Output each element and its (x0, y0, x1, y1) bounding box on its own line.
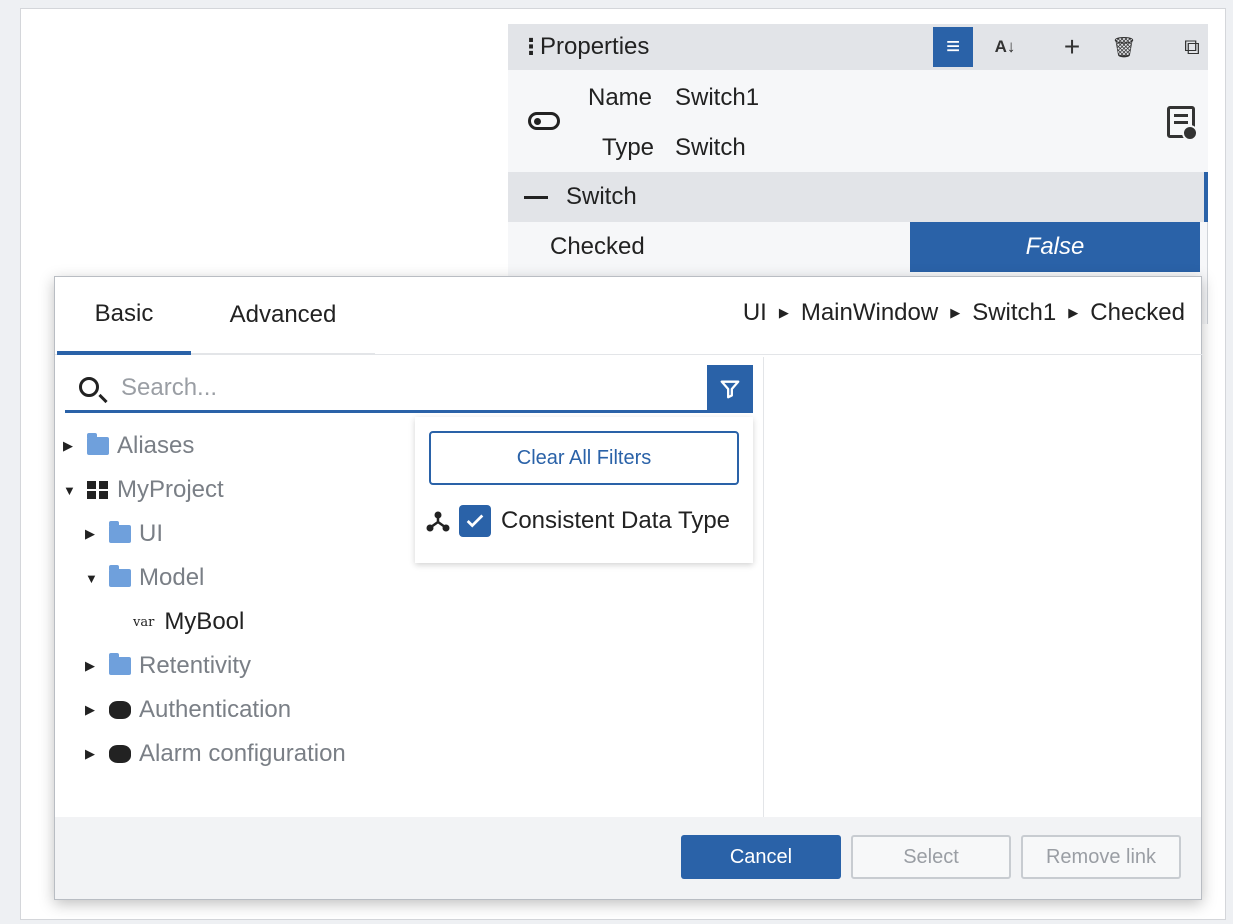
checked-value[interactable]: False (910, 222, 1200, 272)
chevron-right-icon: ▶ (778, 305, 789, 320)
breadcrumb-item[interactable]: UI (743, 299, 767, 327)
trash-icon[interactable]: 🗑 (1104, 27, 1144, 67)
authentication-icon (109, 701, 131, 719)
filter-button[interactable] (707, 365, 753, 413)
tree-label: Alarm configuration (139, 740, 346, 767)
funnel-icon (720, 380, 740, 399)
cancel-button[interactable]: Cancel (681, 835, 841, 879)
pane-divider (763, 357, 764, 817)
collapse-icon[interactable] (524, 195, 548, 199)
breadcrumb-item[interactable]: Checked (1090, 299, 1185, 327)
breadcrumb-item[interactable]: MainWindow (801, 299, 938, 327)
tree-item-aliases[interactable]: ▶ Aliases (63, 426, 194, 466)
model-folder-icon (109, 565, 131, 587)
tab-basic[interactable]: Basic (57, 277, 191, 355)
expand-arrow-icon[interactable]: ▶ (85, 746, 99, 762)
expand-arrow-icon[interactable]: ▶ (85, 526, 99, 542)
tree-item-authentication[interactable]: ▶ Authentication (85, 690, 291, 730)
filter-icon[interactable]: ≡ (933, 27, 973, 67)
name-label: Name (588, 84, 653, 111)
properties-title: Properties (540, 33, 650, 60)
section-label: Switch (566, 183, 637, 210)
tree-item-retentivity[interactable]: ▶ Retentivity (85, 646, 251, 686)
type-value: Switch (675, 134, 746, 161)
tab-advanced[interactable]: Advanced (191, 277, 375, 355)
section-switch[interactable]: Switch (508, 172, 1208, 222)
tree-label: Aliases (117, 432, 195, 459)
checked-label: Checked (550, 233, 645, 260)
settings-icon[interactable] (1167, 106, 1198, 141)
add-icon[interactable]: + (1052, 27, 1092, 67)
collapse-arrow-icon[interactable]: ▼ (63, 483, 77, 498)
consistent-type-label: Consistent Data Type (501, 507, 731, 534)
project-icon (87, 481, 109, 499)
tree-item-alarm-configuration[interactable]: ▶ Alarm configuration (85, 734, 346, 774)
chevron-right-icon: ▶ (950, 305, 961, 320)
checkmark-icon (466, 514, 484, 528)
tree-item-model[interactable]: ▼ Model (85, 558, 204, 598)
search-bar (65, 365, 753, 413)
expand-arrow-icon[interactable]: ▶ (63, 438, 77, 454)
copy-icon[interactable]: ⧉ (1172, 27, 1212, 67)
filter-option-consistent-type[interactable]: Consistent Data Type (425, 501, 730, 541)
select-button[interactable]: Select (851, 835, 1011, 879)
tree-item-mybool[interactable]: var MyBool (133, 602, 244, 642)
folder-icon (87, 433, 109, 455)
tree-label: Authentication (139, 696, 292, 723)
tree-item-myproject[interactable]: ▼ MyProject (63, 470, 224, 510)
tree-label: Model (139, 564, 205, 591)
tree-item-ui[interactable]: ▶ UI (85, 514, 163, 554)
sort-az-icon[interactable]: A↓ (985, 27, 1025, 67)
dialog-footer: Cancel Select Remove link (55, 817, 1201, 899)
link-dialog: Basic Advanced UI ▶ MainWindow ▶ Switch1… (54, 276, 1203, 900)
clear-all-filters-button[interactable]: Clear All Filters (429, 431, 739, 485)
tree-label: Retentivity (139, 652, 252, 679)
chevron-right-icon: ▶ (1068, 305, 1079, 320)
drag-handle-icon[interactable]: ⋮ (520, 34, 542, 60)
search-icon (79, 377, 99, 397)
collapse-arrow-icon[interactable]: ▼ (85, 571, 99, 586)
type-label: Type (602, 134, 655, 161)
retentivity-folder-icon (109, 653, 131, 675)
alarm-icon (109, 745, 131, 763)
variable-icon: var (133, 614, 155, 630)
breadcrumb-item[interactable]: Switch1 (972, 299, 1056, 327)
tree-label: UI (139, 520, 163, 547)
breadcrumb: UI ▶ MainWindow ▶ Switch1 ▶ Checked (743, 299, 1185, 327)
remove-link-button[interactable]: Remove link (1021, 835, 1181, 879)
properties-header: ⋮ Properties ≡ A↓ + 🗑 ⧉ (508, 24, 1208, 70)
name-value[interactable]: Switch1 (675, 84, 759, 112)
tab-bar: Basic Advanced UI ▶ MainWindow ▶ Switch1… (55, 277, 1203, 355)
expand-arrow-icon[interactable]: ▶ (85, 702, 99, 718)
ui-folder-icon (109, 521, 131, 543)
property-checked-row: Checked False (508, 222, 1208, 272)
search-input[interactable] (119, 369, 699, 407)
switch-toggle-icon (528, 112, 560, 130)
tree-label: MyProject (117, 476, 224, 503)
tree-label: MyBool (164, 608, 245, 635)
data-type-icon (425, 508, 451, 534)
filter-popover: Clear All Filters Consistent Data Type (415, 417, 753, 563)
consistent-type-checkbox[interactable] (459, 505, 491, 537)
expand-arrow-icon[interactable]: ▶ (85, 658, 99, 674)
